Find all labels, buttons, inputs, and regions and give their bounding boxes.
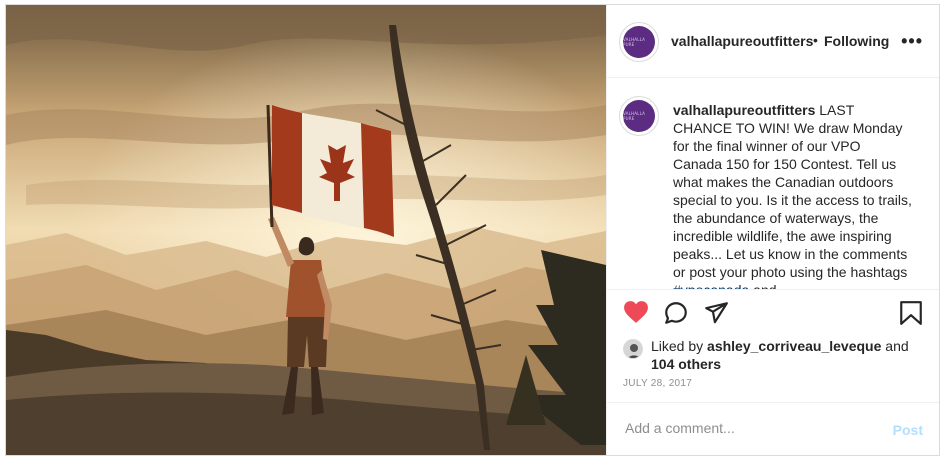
more-options-icon[interactable]: ••• [901, 31, 923, 52]
comment-bar: Post [607, 402, 939, 455]
post-photo[interactable] [6, 5, 606, 455]
avatar-logo: VALHALLA PURE [623, 26, 655, 58]
bookmark-icon[interactable] [899, 300, 923, 331]
instagram-post: VALHALLA PURE valhallapureoutfitters • F… [5, 4, 940, 456]
liked-by-text: Liked by ashley_corriveau_leveque and 104… [651, 337, 921, 373]
following-button[interactable]: Following [824, 33, 889, 49]
hashtag-link[interactable]: #vpocanada [673, 282, 749, 289]
caption-section: VALHALLA PURE valhallapureoutfitters LAS… [607, 78, 939, 290]
heart-icon[interactable] [623, 300, 649, 329]
caption-text: valhallapureoutfitters LAST CHANCE TO WI… [673, 101, 913, 290]
caption-body: LAST CHANCE TO WIN! We draw Monday for t… [673, 102, 912, 280]
separator-dot: • [813, 32, 818, 48]
post-header: VALHALLA PURE valhallapureoutfitters • F… [607, 5, 939, 78]
liked-by-conj: and [881, 338, 909, 354]
caption-trailing: and [749, 282, 777, 290]
post-date[interactable]: JULY 28, 2017 [623, 378, 692, 389]
action-bar [607, 290, 939, 334]
liker-username[interactable]: ashley_corriveau_leveque [707, 338, 881, 354]
account-username[interactable]: valhallapureoutfitters [671, 33, 813, 49]
post-sidebar: VALHALLA PURE valhallapureoutfitters • F… [606, 5, 939, 455]
caption-username[interactable]: valhallapureoutfitters [673, 102, 815, 118]
avatar-logo: VALHALLA PURE [623, 100, 655, 132]
liked-by-prefix: Liked by [651, 338, 708, 354]
others-link[interactable]: 104 others [651, 356, 721, 372]
share-icon[interactable] [703, 300, 729, 331]
caption-avatar[interactable]: VALHALLA PURE [619, 96, 659, 136]
liker-avatar[interactable] [623, 339, 643, 359]
post-comment-button[interactable]: Post [893, 422, 923, 438]
comment-input[interactable] [623, 419, 867, 437]
photo-scene [6, 5, 606, 455]
account-avatar[interactable]: VALHALLA PURE [619, 22, 659, 62]
comment-icon[interactable] [663, 300, 689, 331]
